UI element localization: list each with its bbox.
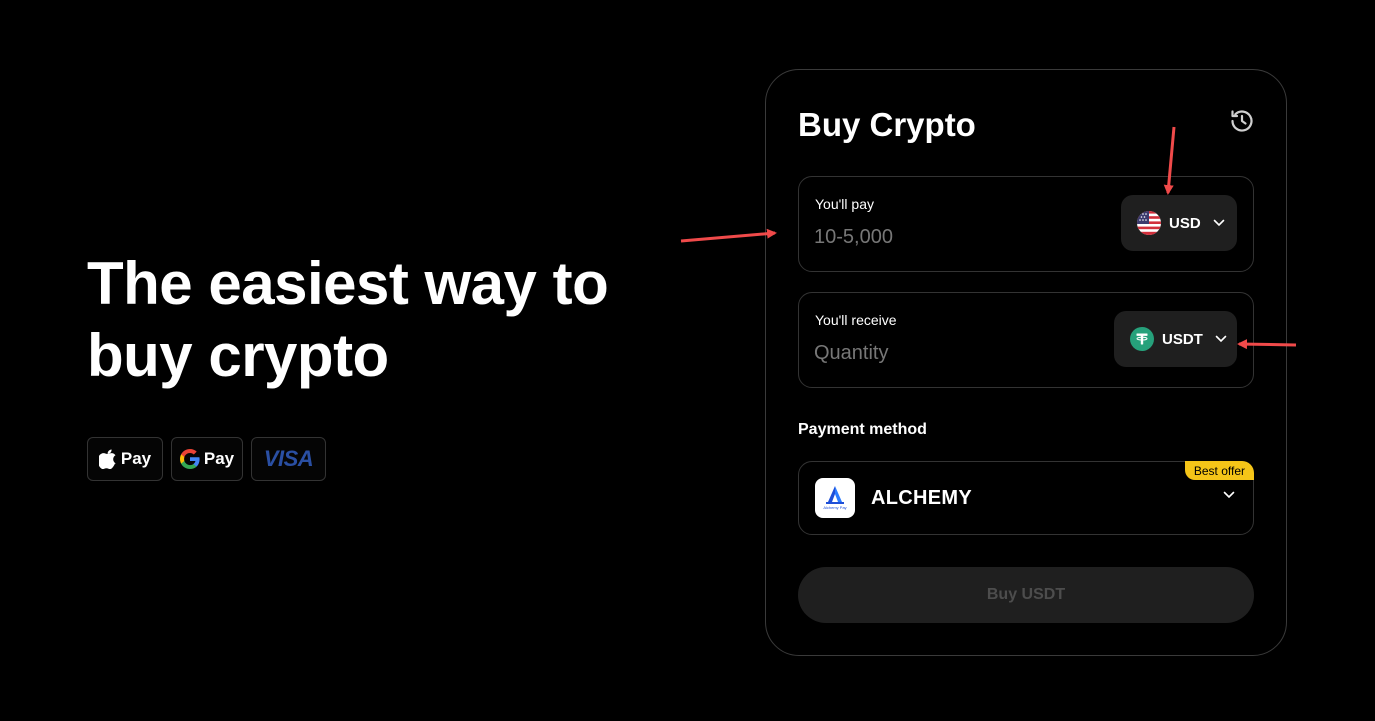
apple-pay-label: Pay [120, 449, 152, 468]
payment-method-label: Payment method [798, 421, 927, 438]
receive-label: You'll receive [815, 312, 897, 328]
us-flag-icon [1137, 211, 1161, 235]
chevron-down-icon [1223, 491, 1235, 499]
tether-icon [1130, 327, 1154, 351]
crypto-currency-select[interactable]: USDT [1114, 311, 1237, 367]
pay-amount-input[interactable] [814, 221, 1094, 253]
fiat-currency-label: USD [1169, 214, 1201, 232]
payment-method-select[interactable]: Alchemy Pay ALCHEMY Best offer [798, 461, 1254, 535]
payment-badges: Pay Pay VISA [87, 437, 326, 481]
apple-icon [98, 449, 116, 469]
annotation-arrow-to-amount [680, 228, 777, 243]
chevron-down-icon [1215, 335, 1227, 343]
history-icon [1231, 110, 1253, 132]
payment-provider-name: ALCHEMY [871, 487, 972, 509]
google-pay-badge: Pay [171, 437, 243, 481]
receive-amount-input[interactable] [814, 337, 1094, 369]
hero-title-line2: buy crypto [87, 322, 389, 389]
crypto-currency-label: USDT [1162, 330, 1203, 348]
pay-label: You'll pay [815, 196, 874, 212]
receive-amount-field: You'll receive USDT [798, 292, 1254, 388]
page: The easiest way to buy crypto Pay Pay VI… [0, 0, 1375, 721]
buy-button[interactable]: Buy USDT [798, 567, 1254, 623]
hero-title-line1: The easiest way to [87, 250, 609, 317]
apple-pay-badge: Pay [87, 437, 163, 481]
alchemy-logo-text: Alchemy Pay [823, 505, 847, 510]
widget-title: Buy Crypto [798, 106, 976, 143]
alchemy-pay-logo: Alchemy Pay [815, 478, 855, 518]
alchemy-logo-icon [826, 486, 844, 504]
visa-badge: VISA [251, 437, 326, 481]
google-g-icon [179, 449, 200, 469]
history-button[interactable] [1229, 108, 1255, 134]
buy-crypto-widget: Buy Crypto You'll pay 10-5,000 USD You'l… [765, 69, 1287, 656]
google-pay-label: Pay [203, 449, 235, 468]
chevron-down-icon [1213, 219, 1224, 227]
hero-title: The easiest way to buy crypto [87, 248, 647, 392]
fiat-currency-select[interactable]: USD [1121, 195, 1237, 251]
best-offer-badge: Best offer [1184, 461, 1254, 480]
pay-amount-field: You'll pay 10-5,000 USD [798, 176, 1254, 272]
visa-logo: VISA [263, 446, 314, 471]
